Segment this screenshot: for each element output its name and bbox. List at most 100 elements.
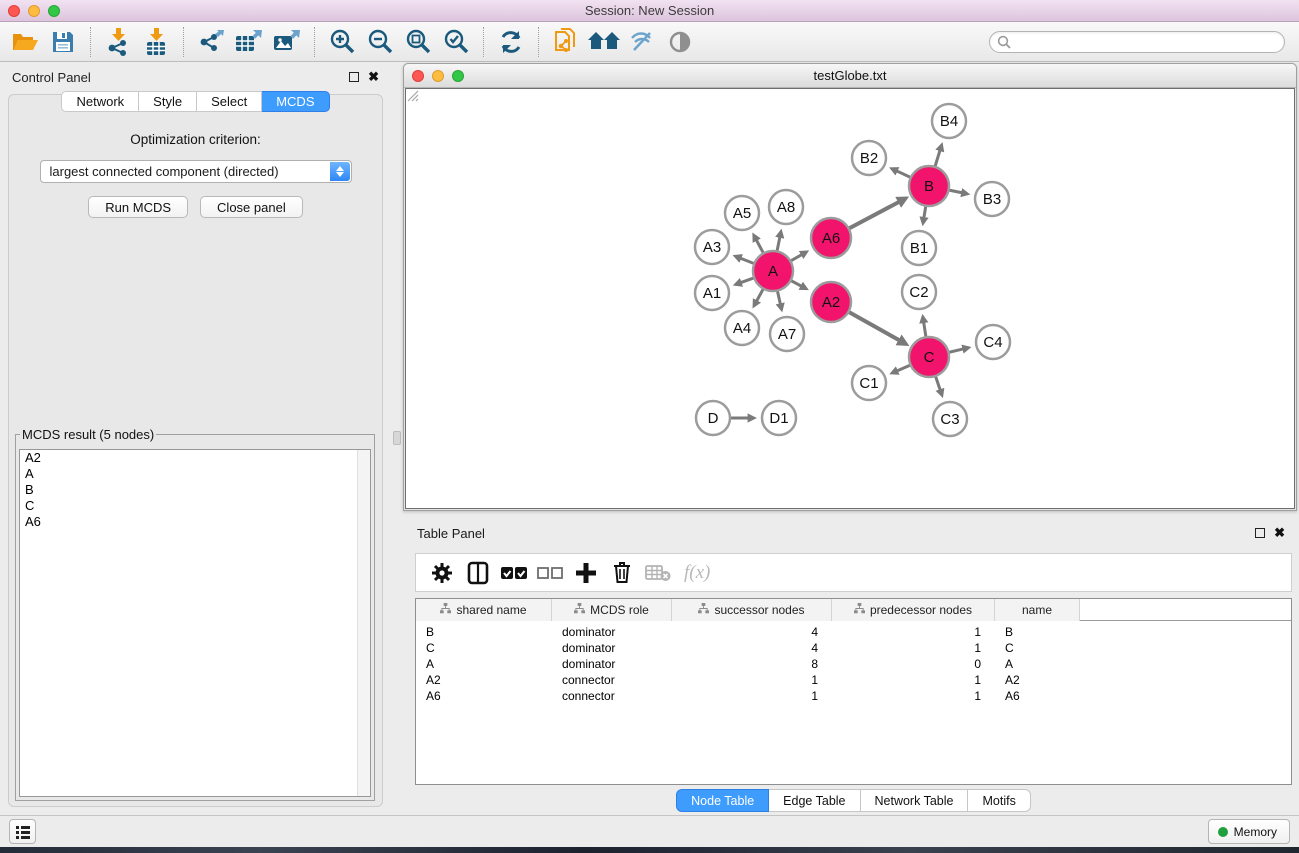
vertical-splitter[interactable]	[391, 63, 403, 815]
criterion-dropdown[interactable]: largest connected component (directed)	[40, 160, 352, 183]
column-header-successor-nodes[interactable]: successor nodes	[672, 599, 832, 621]
table-cell[interactable]: dominator	[552, 640, 672, 656]
delete-column-trash-icon[interactable]	[606, 558, 638, 588]
float-panel-icon[interactable]	[349, 72, 359, 82]
task-history-button[interactable]	[9, 819, 36, 844]
result-item[interactable]: A2	[20, 450, 370, 466]
new-network-icon[interactable]	[549, 26, 583, 58]
column-header-shared-name[interactable]: shared name	[416, 599, 552, 621]
import-network-icon[interactable]	[101, 26, 135, 58]
graph-node-C[interactable]: C	[909, 337, 949, 377]
table-cell[interactable]: 1	[832, 624, 995, 640]
search-box[interactable]	[989, 31, 1285, 53]
tab-select[interactable]: Select	[197, 91, 262, 112]
close-panel-icon[interactable]: ✖	[368, 72, 379, 82]
tab-network-table[interactable]: Network Table	[861, 789, 969, 812]
tab-mcds[interactable]: MCDS	[262, 91, 329, 112]
refresh-icon[interactable]	[494, 26, 528, 58]
close-window-button[interactable]	[8, 5, 20, 17]
import-table-icon[interactable]	[139, 26, 173, 58]
graph-node-A5[interactable]: A5	[725, 196, 759, 230]
column-header-predecessor-nodes[interactable]: predecessor nodes	[832, 599, 995, 621]
graph-node-C1[interactable]: C1	[852, 366, 886, 400]
columns-icon[interactable]	[462, 558, 494, 588]
zoom-out-icon[interactable]	[363, 26, 397, 58]
network-canvas[interactable]: AA1A2A3A4A5A6A7A8BB1B2B3B4CC1C2C3C4DD1	[405, 88, 1295, 509]
zoom-in-icon[interactable]	[325, 26, 359, 58]
table-settings-gear-icon[interactable]	[426, 558, 458, 588]
table-cell[interactable]: C	[995, 640, 1080, 656]
table-cell[interactable]: C	[416, 640, 552, 656]
search-input[interactable]	[1016, 35, 1277, 49]
show-graphics-eye-icon[interactable]	[663, 26, 697, 58]
graph-node-B4[interactable]: B4	[932, 104, 966, 138]
add-column-plus-icon[interactable]	[570, 558, 602, 588]
result-item[interactable]: A	[20, 466, 370, 482]
memory-button[interactable]: Memory	[1208, 819, 1290, 844]
table-row[interactable]: A6connector11A6	[416, 688, 1291, 704]
table-cell[interactable]: 1	[832, 640, 995, 656]
graph-node-A6[interactable]: A6	[811, 218, 851, 258]
table-cell[interactable]: A	[416, 656, 552, 672]
table-cell[interactable]: 0	[832, 656, 995, 672]
table-cell[interactable]: 4	[672, 640, 832, 656]
delete-table-icon[interactable]	[642, 558, 674, 588]
node-table[interactable]: shared nameMCDS rolesuccessor nodesprede…	[415, 598, 1292, 785]
graph-node-B2[interactable]: B2	[852, 141, 886, 175]
export-table-icon[interactable]	[232, 26, 266, 58]
table-cell[interactable]: B	[995, 624, 1080, 640]
maximize-window-button[interactable]	[48, 5, 60, 17]
table-row[interactable]: Cdominator41C	[416, 640, 1291, 656]
graph-node-A2[interactable]: A2	[811, 282, 851, 322]
graph-node-A[interactable]: A	[753, 251, 793, 291]
table-cell[interactable]: connector	[552, 672, 672, 688]
table-cell[interactable]: 1	[672, 672, 832, 688]
graph-node-C4[interactable]: C4	[976, 325, 1010, 359]
graph-node-B3[interactable]: B3	[975, 182, 1009, 216]
minimize-network-button[interactable]	[432, 70, 444, 82]
export-image-icon[interactable]	[270, 26, 304, 58]
table-cell[interactable]: 1	[832, 688, 995, 704]
table-cell[interactable]: A2	[995, 672, 1080, 688]
result-scrollbar[interactable]	[357, 450, 370, 796]
close-network-button[interactable]	[412, 70, 424, 82]
result-item[interactable]: C	[20, 498, 370, 514]
graph-node-A1[interactable]: A1	[695, 276, 729, 310]
tab-node-table[interactable]: Node Table	[676, 789, 769, 812]
tab-network[interactable]: Network	[61, 91, 139, 112]
run-mcds-button[interactable]: Run MCDS	[88, 196, 188, 218]
table-cell[interactable]: dominator	[552, 656, 672, 672]
result-item[interactable]: B	[20, 482, 370, 498]
graph-node-A7[interactable]: A7	[770, 317, 804, 351]
table-cell[interactable]: A	[995, 656, 1080, 672]
table-cell[interactable]: A6	[416, 688, 552, 704]
table-cell[interactable]: dominator	[552, 624, 672, 640]
select-all-icon[interactable]	[498, 558, 530, 588]
table-cell[interactable]: A6	[995, 688, 1080, 704]
graph-node-A8[interactable]: A8	[769, 190, 803, 224]
open-file-icon[interactable]	[8, 26, 42, 58]
table-row[interactable]: A2connector11A2	[416, 672, 1291, 688]
table-row[interactable]: Adominator80A	[416, 656, 1291, 672]
deselect-all-icon[interactable]	[534, 558, 566, 588]
graph-node-D1[interactable]: D1	[762, 401, 796, 435]
column-header-MCDS-role[interactable]: MCDS role	[552, 599, 672, 621]
graph-node-C2[interactable]: C2	[902, 275, 936, 309]
graph-node-B1[interactable]: B1	[902, 231, 936, 265]
tab-edge-table[interactable]: Edge Table	[769, 789, 860, 812]
table-cell[interactable]: A2	[416, 672, 552, 688]
function-builder-icon[interactable]: f(x)	[684, 562, 710, 584]
table-cell[interactable]: 4	[672, 624, 832, 640]
zoom-selected-icon[interactable]	[439, 26, 473, 58]
home-icon[interactable]	[587, 26, 621, 58]
table-cell[interactable]: 1	[832, 672, 995, 688]
graph-node-D[interactable]: D	[696, 401, 730, 435]
table-cell[interactable]: B	[416, 624, 552, 640]
hide-details-icon[interactable]	[625, 26, 659, 58]
float-table-panel-icon[interactable]	[1255, 528, 1265, 538]
graph-node-C3[interactable]: C3	[933, 402, 967, 436]
graph-node-A3[interactable]: A3	[695, 230, 729, 264]
maximize-network-button[interactable]	[452, 70, 464, 82]
column-header-name[interactable]: name	[995, 599, 1080, 621]
mcds-result-list[interactable]: A2ABCA6	[19, 449, 371, 797]
